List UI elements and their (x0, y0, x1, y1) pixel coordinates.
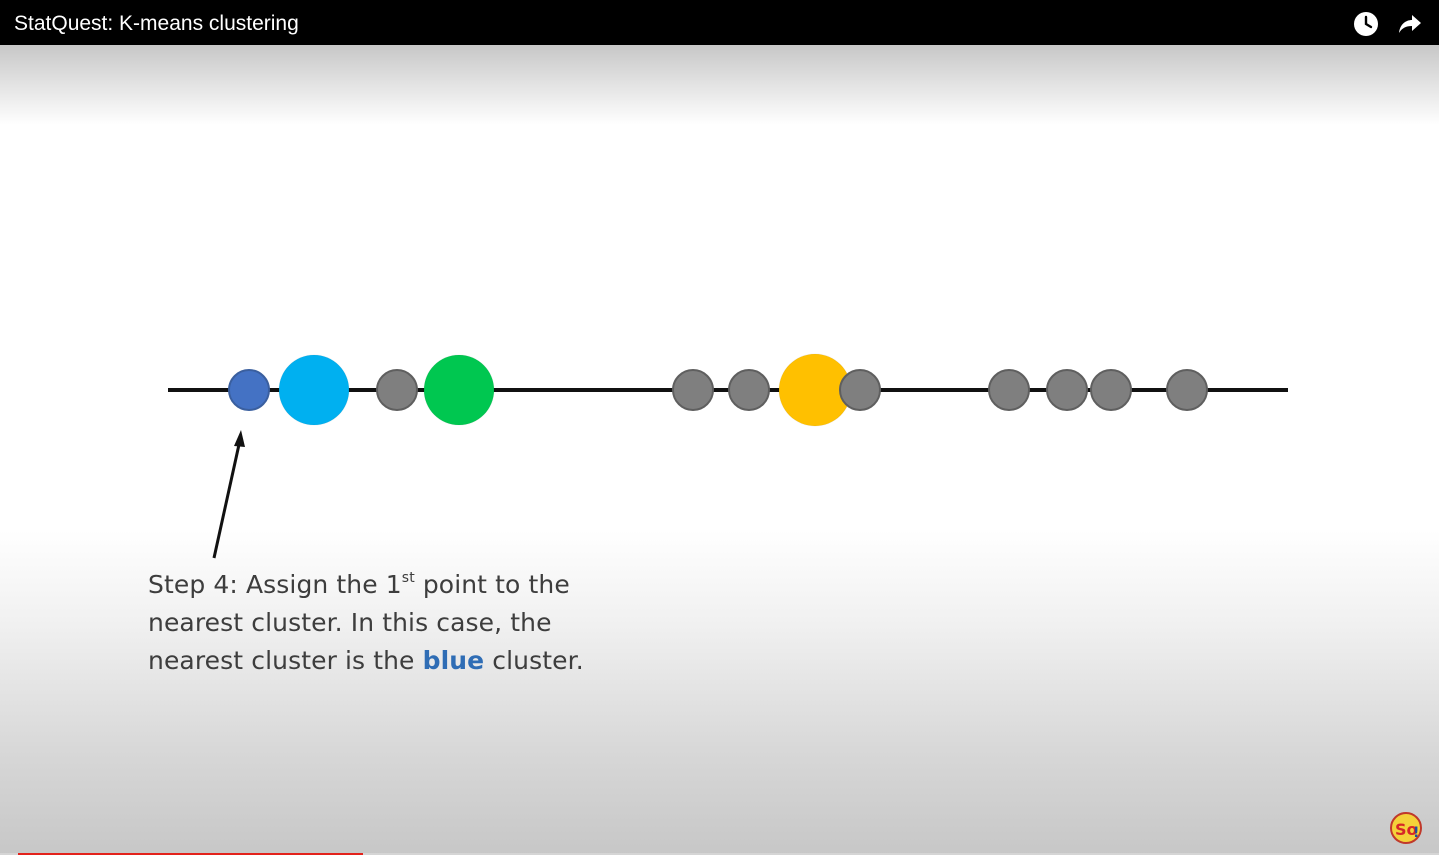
step-caption: Step 4: Assign the 1st point to the near… (148, 566, 708, 680)
clock-icon (1354, 12, 1378, 36)
caption-line-3: nearest cluster is the blue cluster. (148, 646, 584, 675)
share-arrow-icon (1399, 15, 1421, 33)
pointer-arrowhead (234, 430, 245, 447)
title-bar: StatQuest: K-means clustering (0, 0, 1439, 45)
data-point (988, 369, 1030, 411)
data-point (376, 369, 418, 411)
caption-line-1: Step 4: Assign the 1st point to the (148, 570, 570, 599)
data-point (728, 369, 770, 411)
assigned-point (228, 369, 270, 411)
centroid-green (423, 354, 495, 426)
video-title[interactable]: StatQuest: K-means clustering (14, 12, 299, 36)
data-point (839, 369, 881, 411)
watch-later-button[interactable] (1353, 11, 1379, 37)
caption-line-2: nearest cluster. In this case, the (148, 608, 552, 637)
video-player[interactable]: Step 4: Assign the 1st point to the near… (0, 0, 1439, 855)
share-button[interactable] (1396, 11, 1422, 37)
data-point (1166, 369, 1208, 411)
data-point (1046, 369, 1088, 411)
blue-highlight: blue (422, 646, 485, 675)
slide-figure (168, 353, 1288, 559)
pointer-arrow (212, 439, 242, 559)
data-point (1090, 369, 1132, 411)
centroid-blue (278, 354, 350, 426)
svg-text:!: ! (1413, 825, 1419, 841)
statquest-logo-icon: So ! (1389, 811, 1423, 845)
data-point (672, 369, 714, 411)
